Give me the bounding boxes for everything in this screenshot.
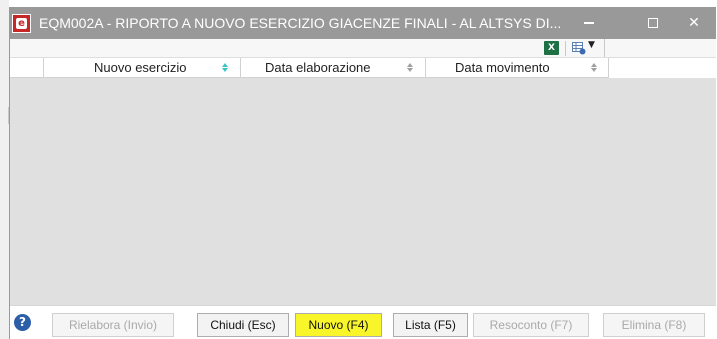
rielabora-button[interactable]: Rielabora (Invio): [52, 313, 174, 337]
chevron-down-icon[interactable]: ▼: [588, 40, 595, 50]
sort-icon[interactable]: [222, 63, 229, 73]
maximize-button[interactable]: [631, 7, 675, 39]
column-header-data-movimento[interactable]: Data movimento: [426, 58, 609, 77]
dialog-window: e EQM002A - RIPORTO A NUOVO ESERCIZIO GI…: [9, 7, 716, 339]
elimina-button[interactable]: Elimina (F8): [603, 313, 705, 337]
title-bar[interactable]: e EQM002A - RIPORTO A NUOVO ESERCIZIO GI…: [10, 7, 716, 39]
sort-icon[interactable]: [591, 63, 598, 73]
nuovo-button[interactable]: Nuovo (F4): [295, 313, 382, 337]
help-icon[interactable]: ?: [14, 314, 31, 331]
toolbar-separator: [604, 39, 605, 57]
maximize-icon: [648, 18, 658, 28]
minimize-button[interactable]: [567, 7, 611, 39]
column-header-nuovo-esercizio[interactable]: Nuovo esercizio: [44, 58, 241, 77]
app-logo-icon: e: [12, 14, 31, 33]
grid-header-filler: [609, 58, 716, 78]
toolbar-separator: [565, 41, 566, 56]
chiudi-button[interactable]: Chiudi (Esc): [197, 313, 289, 337]
row-selector-header: [10, 58, 44, 77]
grid-header: Nuovo esercizio Data elaborazione Data m…: [10, 58, 609, 78]
column-header-label: Data movimento: [455, 60, 550, 75]
grid-body-empty[interactable]: [10, 78, 716, 305]
excel-export-icon[interactable]: X: [544, 41, 559, 55]
grid-settings-icon[interactable]: [572, 42, 586, 55]
background-window-edge: [0, 0, 9, 339]
window-title: EQM002A - RIPORTO A NUOVO ESERCIZIO GIAC…: [39, 15, 562, 31]
column-header-label: Data elaborazione: [265, 60, 371, 75]
close-button[interactable]: ✕: [672, 7, 716, 39]
sort-icon[interactable]: [407, 63, 414, 73]
button-bar: ? Rielabora (Invio) Chiudi (Esc) Nuovo (…: [10, 305, 716, 339]
minimize-icon: [584, 22, 594, 24]
column-header-data-elaborazione[interactable]: Data elaborazione: [241, 58, 426, 77]
column-header-label: Nuovo esercizio: [94, 60, 187, 75]
close-icon: ✕: [688, 15, 700, 31]
toolbar: X ▼: [10, 39, 716, 58]
lista-button[interactable]: Lista (F5): [393, 313, 468, 337]
resoconto-button[interactable]: Resoconto (F7): [473, 313, 589, 337]
